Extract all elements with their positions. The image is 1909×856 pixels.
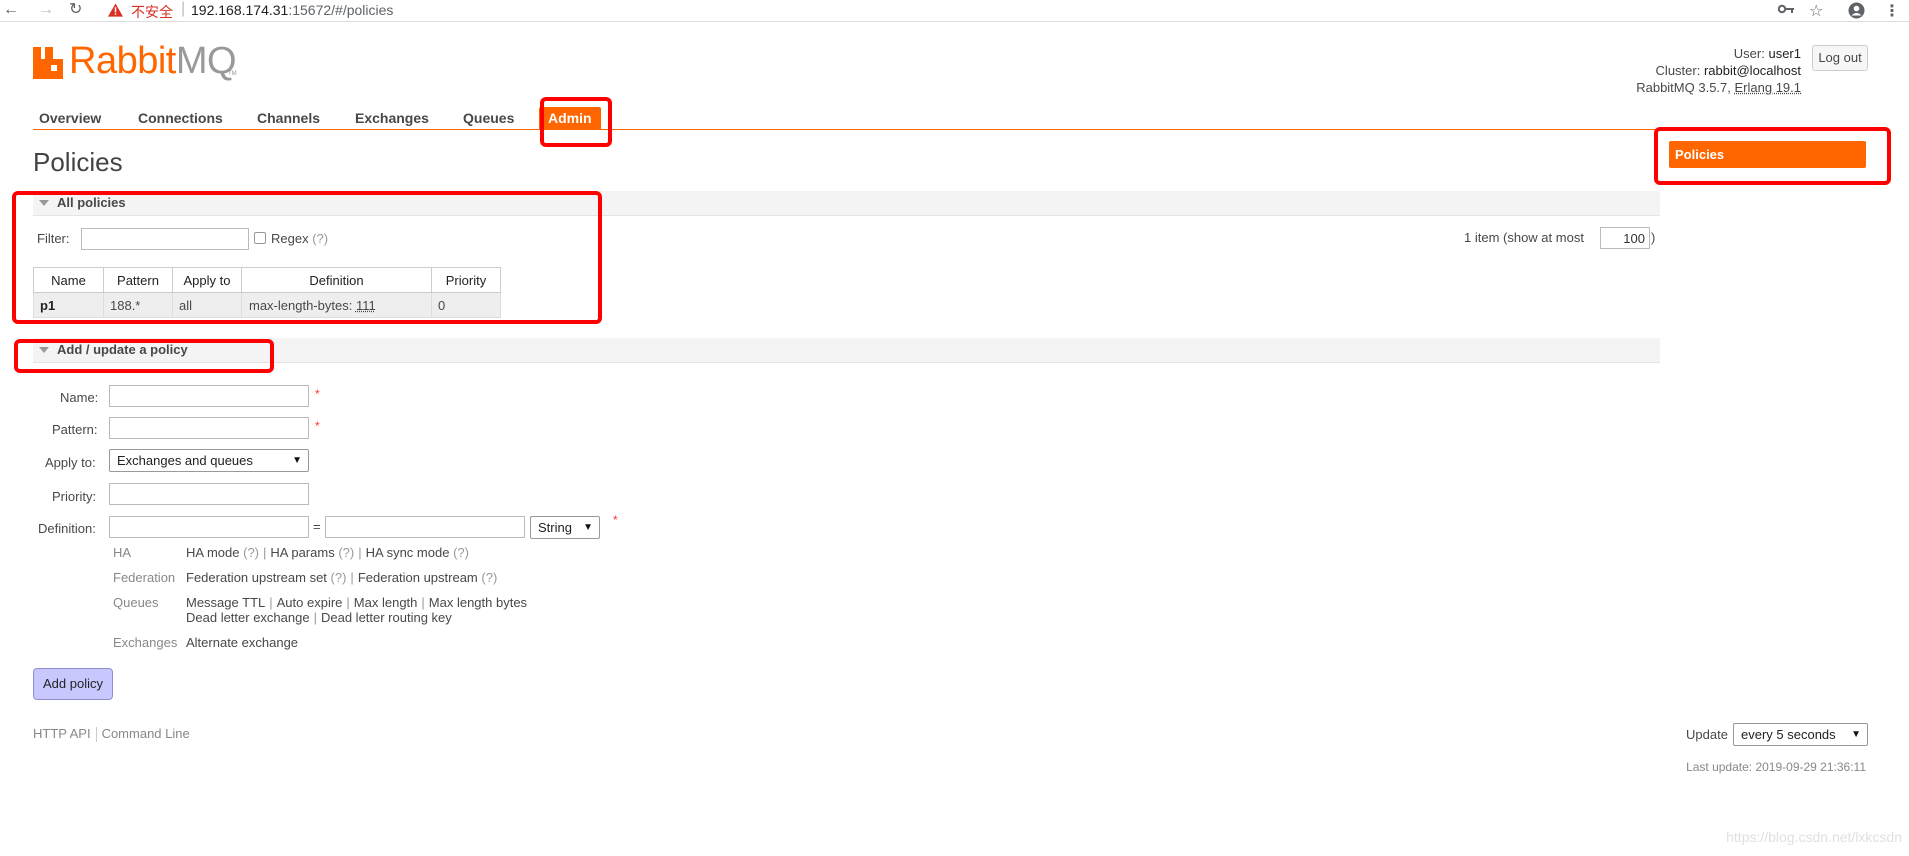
link-command-line[interactable]: Command Line [102, 726, 190, 741]
menu-icon[interactable]: ⋮ [1884, 1, 1900, 21]
help-ha-params[interactable]: (?) [338, 545, 354, 560]
logo-text: RabbitMQ [69, 40, 237, 83]
definition-equals: = [313, 519, 321, 534]
definition-type-select[interactable]: String ▼ [530, 516, 600, 539]
rabbitmq-logo-icon [33, 47, 63, 79]
user-info: User: user1 Cluster: rabbit@localhost Ra… [1636, 45, 1801, 96]
category-queues: Queues [113, 595, 159, 610]
definition-label: Definition: [38, 521, 96, 536]
logout-button[interactable]: Log out [1812, 45, 1868, 71]
link-alternate-exchange[interactable]: Alternate exchange [186, 635, 298, 650]
back-icon[interactable]: ← [3, 1, 19, 19]
category-exchanges: Exchanges [113, 635, 178, 650]
highlight-add-policy [14, 339, 274, 373]
add-policy-header[interactable]: Add / update a policy [33, 338, 1660, 363]
item-count: 1 item (show at most [1464, 230, 1584, 245]
federation-links: Federation upstream set (?) | Federation u… [186, 570, 498, 585]
link-auto-expire[interactable]: Auto expire [277, 595, 343, 610]
url-path: :15672/#/policies [288, 2, 394, 18]
user-name: user1 [1768, 46, 1801, 61]
dropdown-arrow-icon: ▼ [292, 455, 302, 466]
url-host: 192.168.174.31 [191, 2, 289, 18]
link-max-length-bytes[interactable]: Max length bytes [429, 595, 527, 610]
apply-to-select[interactable]: Exchanges and queues ▼ [109, 449, 309, 472]
apply-to-label: Apply to: [45, 455, 96, 470]
user-label: User: [1733, 46, 1765, 61]
help-federation-upstream[interactable]: (?) [481, 570, 497, 585]
link-message-ttl[interactable]: Message TTL [186, 595, 265, 610]
erlang-version: Erlang 19.1 [1734, 80, 1802, 95]
reload-icon[interactable]: ↻ [69, 1, 82, 19]
link-federation-upstream-set[interactable]: Federation upstream set [186, 570, 327, 585]
priority-label: Priority: [52, 489, 97, 504]
pattern-label: Pattern: [52, 422, 98, 437]
logo-trademark: TM [228, 71, 237, 77]
tab-channels[interactable]: Channels [257, 107, 320, 129]
definition-value-input[interactable] [325, 516, 525, 538]
tab-queues[interactable]: Queues [463, 107, 514, 129]
highlight-admin-tab [540, 97, 612, 147]
footer-links: HTTP API Command Line [33, 726, 190, 743]
cluster-name: rabbit@localhost [1703, 63, 1801, 78]
help-federation-upstream-set[interactable]: (?) [331, 570, 347, 585]
name-label: Name: [60, 390, 99, 405]
version: RabbitMQ 3.5.7, [1636, 80, 1731, 95]
browser-toolbar: ← → ↻ 不安全 | 192.168.174.31:15672/#/polic… [0, 0, 1909, 22]
tab-exchanges[interactable]: Exchanges [355, 107, 429, 129]
warning-icon [108, 3, 123, 17]
dropdown-arrow-icon: ▼ [583, 522, 593, 533]
help-ha-sync-mode[interactable]: (?) [453, 545, 469, 560]
tab-connections[interactable]: Connections [138, 107, 223, 129]
pattern-required: * [315, 419, 320, 433]
link-ha-mode[interactable]: HA mode [186, 545, 239, 560]
last-update: Last update: 2019-09-29 21:36:11 [1686, 760, 1866, 774]
link-ha-params[interactable]: HA params [270, 545, 334, 560]
priority-input[interactable] [109, 483, 309, 505]
link-federation-upstream[interactable]: Federation upstream [358, 570, 478, 585]
highlight-all-policies [12, 191, 602, 324]
watermark: https://blog.csdn.net/lxkcsdn [1726, 829, 1902, 845]
logo-rabbit: Rabbit [69, 40, 176, 82]
name-input[interactable] [109, 385, 309, 407]
cluster-label: Cluster: [1655, 63, 1701, 78]
definition-key-input[interactable] [109, 516, 309, 538]
page-title: Policies [33, 147, 123, 177]
account-icon[interactable] [1848, 2, 1865, 19]
apply-to-value: Exchanges and queues [117, 453, 253, 468]
link-ha-sync-mode[interactable]: HA sync mode [366, 545, 450, 560]
item-count-close: ) [1651, 230, 1656, 245]
queues-links: Message TTL | Auto expire | Max length | Max l… [186, 595, 528, 625]
category-ha: HA [113, 545, 132, 560]
pattern-input[interactable] [109, 417, 309, 439]
address-bar[interactable]: 192.168.174.31:15672/#/policies [191, 2, 393, 18]
dropdown-arrow-icon: ▼ [1851, 729, 1861, 740]
definition-required: * [613, 513, 618, 527]
insecure-label: 不安全 [131, 4, 173, 20]
url-separator: | [181, 0, 186, 17]
update-interval-value: every 5 seconds [1741, 727, 1836, 742]
definition-type-value: String [538, 520, 572, 535]
forward-icon[interactable]: → [38, 1, 54, 19]
update-interval-select[interactable]: every 5 seconds ▼ [1733, 723, 1868, 746]
add-policy-button[interactable]: Add policy [33, 668, 113, 700]
category-federation: Federation [113, 570, 176, 585]
update-label: Update [1686, 727, 1728, 742]
exchanges-links: Alternate exchange [186, 635, 298, 650]
link-max-length[interactable]: Max length [354, 595, 418, 610]
link-dead-letter-routing-key[interactable]: Dead letter routing key [321, 610, 452, 625]
highlight-policies-sidebar [1654, 127, 1891, 185]
show-max-input[interactable] [1600, 227, 1650, 249]
key-icon[interactable] [1778, 4, 1795, 14]
tab-underline [33, 129, 1660, 130]
link-dead-letter-exchange[interactable]: Dead letter exchange [186, 610, 310, 625]
help-ha-mode[interactable]: (?) [243, 545, 259, 560]
tab-overview[interactable]: Overview [39, 107, 101, 129]
ha-links: HA mode (?) | HA params (?) | HA sync mode (… [186, 545, 469, 560]
star-icon[interactable]: ☆ [1809, 1, 1823, 21]
link-http-api[interactable]: HTTP API [33, 726, 91, 741]
name-required: * [315, 387, 320, 401]
